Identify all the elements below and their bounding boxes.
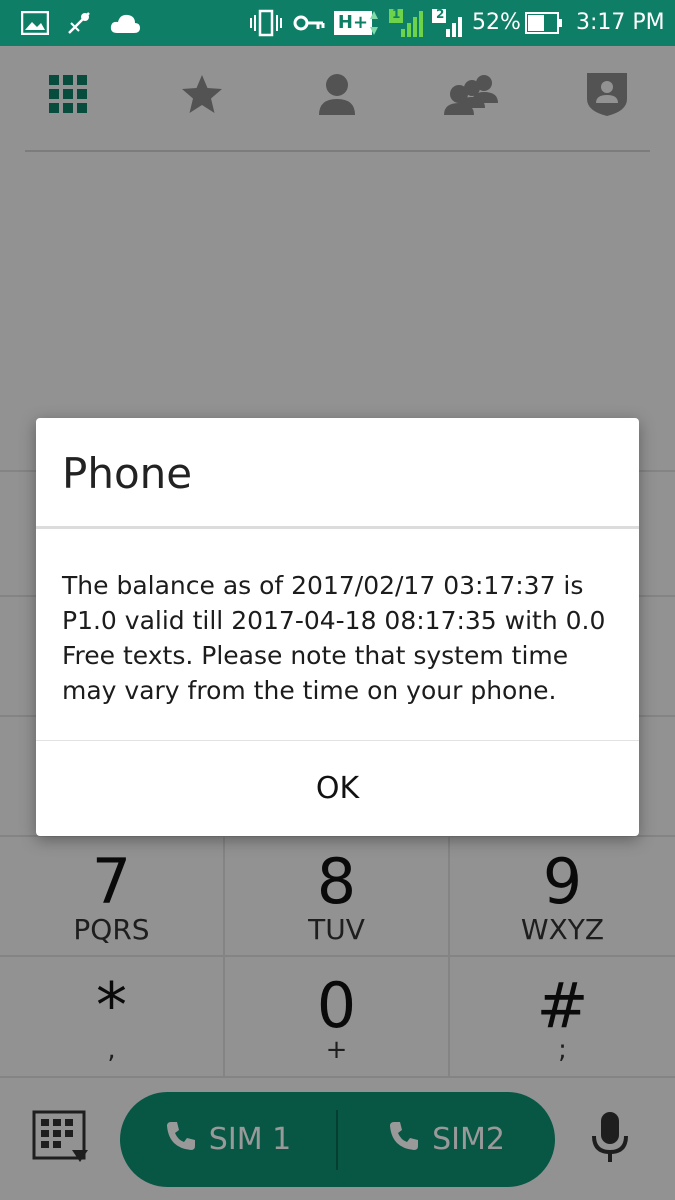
clock: 3:17 PM (576, 10, 665, 35)
network-type-icon: H+ (333, 9, 373, 37)
vibrate-icon (248, 9, 284, 37)
dialog-title-divider (36, 526, 639, 529)
cloud-icon (108, 9, 142, 37)
dialog-message: The balance as of 2017/02/17 03:17:37 is… (62, 571, 606, 705)
ok-button[interactable]: OK (36, 741, 639, 836)
signal-icon: 1 (384, 7, 424, 37)
vpn-key-icon (292, 9, 326, 37)
data-arrows-icon (368, 9, 380, 37)
sim1-indicator: 1 (392, 7, 401, 21)
status-bar: H+ 1 2 52% 3:17 PM (0, 0, 675, 46)
balance-dialog: Phone The balance as of 2017/02/17 03:17… (36, 418, 639, 836)
gallery-icon (20, 9, 50, 37)
signal-icon: 2 (430, 7, 466, 37)
sim2-indicator: 2 (436, 7, 445, 21)
dialog-title: Phone (62, 449, 193, 498)
battery-percent: 52% (472, 10, 521, 35)
usb-debug-icon (64, 9, 94, 37)
battery-icon (524, 9, 564, 37)
